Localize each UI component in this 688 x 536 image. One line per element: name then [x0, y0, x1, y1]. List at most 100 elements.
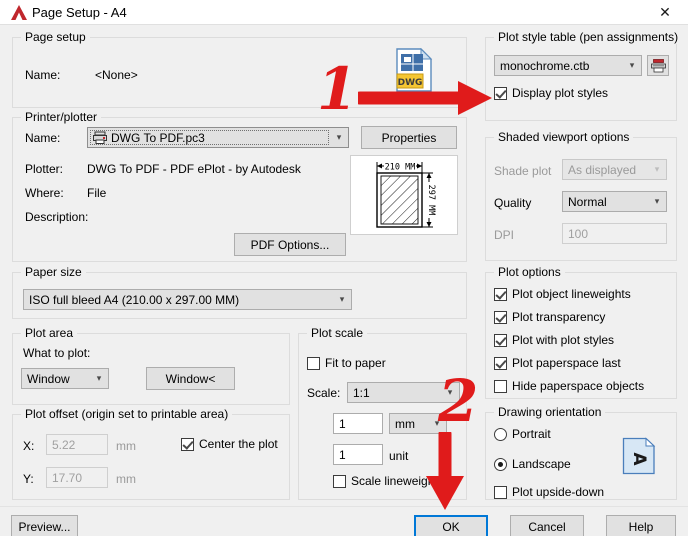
plot-offset-y-units: mm: [116, 472, 136, 486]
what-to-plot-value: Window: [27, 371, 70, 386]
window-title: Page Setup - A4: [32, 4, 127, 20]
paper-size-group-title: Paper size: [21, 265, 86, 279]
plot-area-group: Plot area What to plot: Window ▾ Window<: [12, 326, 290, 405]
checkbox-box: [494, 86, 507, 100]
autocad-red-triangle-icon: [8, 4, 30, 20]
hide-paperspace-objects-label: Hide paperspace objects: [512, 379, 645, 393]
scale-denominator-input[interactable]: 1: [333, 444, 383, 465]
quality-label: Quality: [494, 196, 532, 210]
pdf-options-button[interactable]: PDF Options...: [234, 233, 346, 256]
dwg-file-icon: DWG: [395, 47, 433, 95]
plot-style-edit-icon[interactable]: [647, 55, 669, 76]
close-icon[interactable]: ✕: [642, 0, 688, 25]
chevron-down-icon: ▾: [629, 60, 635, 71]
what-to-plot-combo[interactable]: Window ▾: [21, 368, 109, 389]
plot-upside-down-checkbox[interactable]: Plot upside-down: [494, 485, 604, 499]
quality-combo[interactable]: Normal ▾: [562, 191, 667, 212]
paper-size-value: ISO full bleed A4 (210.00 x 297.00 MM): [29, 292, 240, 307]
scale-units-combo[interactable]: mm ▾: [389, 413, 447, 434]
plot-style-table-value: monochrome.ctb: [500, 58, 590, 73]
window-select-button[interactable]: Window<: [146, 367, 235, 390]
hide-paperspace-objects-checkbox[interactable]: Hide paperspace objects: [494, 379, 644, 393]
display-plot-styles-checkbox[interactable]: Display plot styles: [494, 86, 608, 100]
plot-object-lineweights-label: Plot object lineweights: [512, 287, 631, 301]
help-button[interactable]: Help: [606, 515, 676, 536]
plot-scale-group: Plot scale Fit to paper Scale: 1:1 ▾ 1 m…: [298, 326, 467, 500]
checkbox-box: [494, 287, 507, 301]
scale-lineweights-label: Scale lineweights: [351, 474, 444, 488]
quality-value: Normal: [568, 194, 607, 209]
center-the-plot-checkbox[interactable]: Center the plot: [181, 437, 278, 451]
paper-size-combo[interactable]: ISO full bleed A4 (210.00 x 297.00 MM) ▾: [23, 289, 352, 310]
chevron-down-icon: ▾: [654, 164, 660, 175]
dpi-label: DPI: [494, 228, 515, 242]
center-the-plot-label: Center the plot: [199, 437, 278, 451]
fit-to-paper-label: Fit to paper: [325, 356, 386, 370]
scale-combo[interactable]: 1:1 ▾: [347, 382, 460, 403]
scale-units-value: mm: [395, 416, 415, 431]
chevron-down-icon: ▾: [336, 132, 342, 143]
dpi-value: 100: [568, 226, 589, 241]
plot-style-table-combo[interactable]: monochrome.ctb ▾: [494, 55, 642, 76]
shaded-viewport-group: Shaded viewport options Shade plot As di…: [485, 130, 677, 261]
plotter-icon: [93, 131, 107, 144]
chevron-down-icon: ▾: [339, 294, 345, 305]
shade-plot-combo: As displayed ▾: [562, 159, 667, 180]
checkbox-box: [307, 356, 320, 370]
cancel-button[interactable]: Cancel: [510, 515, 584, 536]
checkbox-box: [494, 485, 507, 499]
plot-paperspace-last-label: Plot paperspace last: [512, 356, 621, 370]
svg-text:A: A: [629, 452, 649, 466]
svg-text:297 MM: 297 MM: [426, 185, 436, 216]
chevron-down-icon: ▾: [654, 196, 660, 207]
printer-plotter-group-title: Printer/plotter: [21, 110, 102, 124]
fit-to-paper-checkbox[interactable]: Fit to paper: [307, 356, 386, 370]
where-value: File: [87, 186, 107, 200]
plot-options-group-title: Plot options: [494, 265, 565, 279]
shade-plot-value: As displayed: [568, 162, 637, 177]
orientation-portrait-radio[interactable]: Portrait: [494, 427, 551, 441]
printer-name-combo[interactable]: DWG To PDF.pc3 ▾: [87, 127, 349, 148]
plot-area-group-title: Plot area: [21, 326, 78, 340]
title-bar: Page Setup - A4 ✕: [0, 0, 688, 25]
checkbox-box: [181, 437, 194, 451]
paper-size-group: Paper size ISO full bleed A4 (210.00 x 2…: [12, 265, 467, 319]
orientation-landscape-label: Landscape: [512, 457, 571, 471]
plot-offset-x-label: X:: [23, 439, 35, 453]
drawing-orientation-group-title: Drawing orientation: [494, 405, 606, 419]
properties-button[interactable]: Properties: [361, 126, 457, 149]
page-setup-group: Page setup Name: <None> DWG: [12, 30, 467, 108]
plot-style-table-group: Plot style table (pen assignments) monoc…: [485, 30, 683, 121]
plot-transparency-checkbox[interactable]: Plot transparency: [494, 310, 605, 324]
plot-offset-group: Plot offset (origin set to printable are…: [12, 407, 290, 500]
plot-transparency-label: Plot transparency: [512, 310, 606, 324]
plot-offset-group-title: Plot offset (origin set to printable are…: [21, 407, 233, 421]
plot-offset-x-value: 5.22: [52, 437, 76, 452]
plot-offset-y-input[interactable]: 17.70: [46, 467, 108, 488]
scale-denominator-value: 1: [339, 447, 346, 462]
plot-offset-x-input[interactable]: 5.22: [46, 434, 108, 455]
page-setup-dialog: Page Setup - A4 ✕ Page setup Name: <None…: [0, 0, 688, 536]
scale-unit-label: unit: [389, 449, 409, 463]
preview-button[interactable]: Preview...: [11, 515, 78, 536]
scale-numerator-value: 1: [339, 416, 346, 431]
scale-lineweights-checkbox[interactable]: Scale lineweights: [333, 474, 444, 488]
checkbox-box: [494, 333, 507, 347]
radio-circle: [494, 427, 507, 441]
shade-plot-label: Shade plot: [494, 164, 552, 178]
plot-paperspace-last-checkbox[interactable]: Plot paperspace last: [494, 356, 621, 370]
orientation-landscape-radio[interactable]: Landscape: [494, 457, 571, 471]
plot-with-plot-styles-checkbox[interactable]: Plot with plot styles: [494, 333, 614, 347]
ok-button[interactable]: OK: [414, 515, 488, 536]
scale-value: 1:1: [353, 385, 370, 400]
page-setup-group-title: Page setup: [21, 30, 90, 44]
plot-object-lineweights-checkbox[interactable]: Plot object lineweights: [494, 287, 631, 301]
what-to-plot-label: What to plot:: [23, 346, 91, 360]
scale-numerator-input[interactable]: 1: [333, 413, 383, 434]
plot-options-group: Plot options Plot object lineweights Plo…: [485, 265, 677, 399]
svg-text:210 MM: 210 MM: [385, 163, 416, 173]
drawing-orientation-group: Drawing orientation Portrait Landscape P…: [485, 405, 677, 500]
plot-upside-down-label: Plot upside-down: [512, 485, 605, 499]
chevron-down-icon: ▾: [434, 418, 440, 429]
svg-text:DWG: DWG: [398, 78, 423, 88]
